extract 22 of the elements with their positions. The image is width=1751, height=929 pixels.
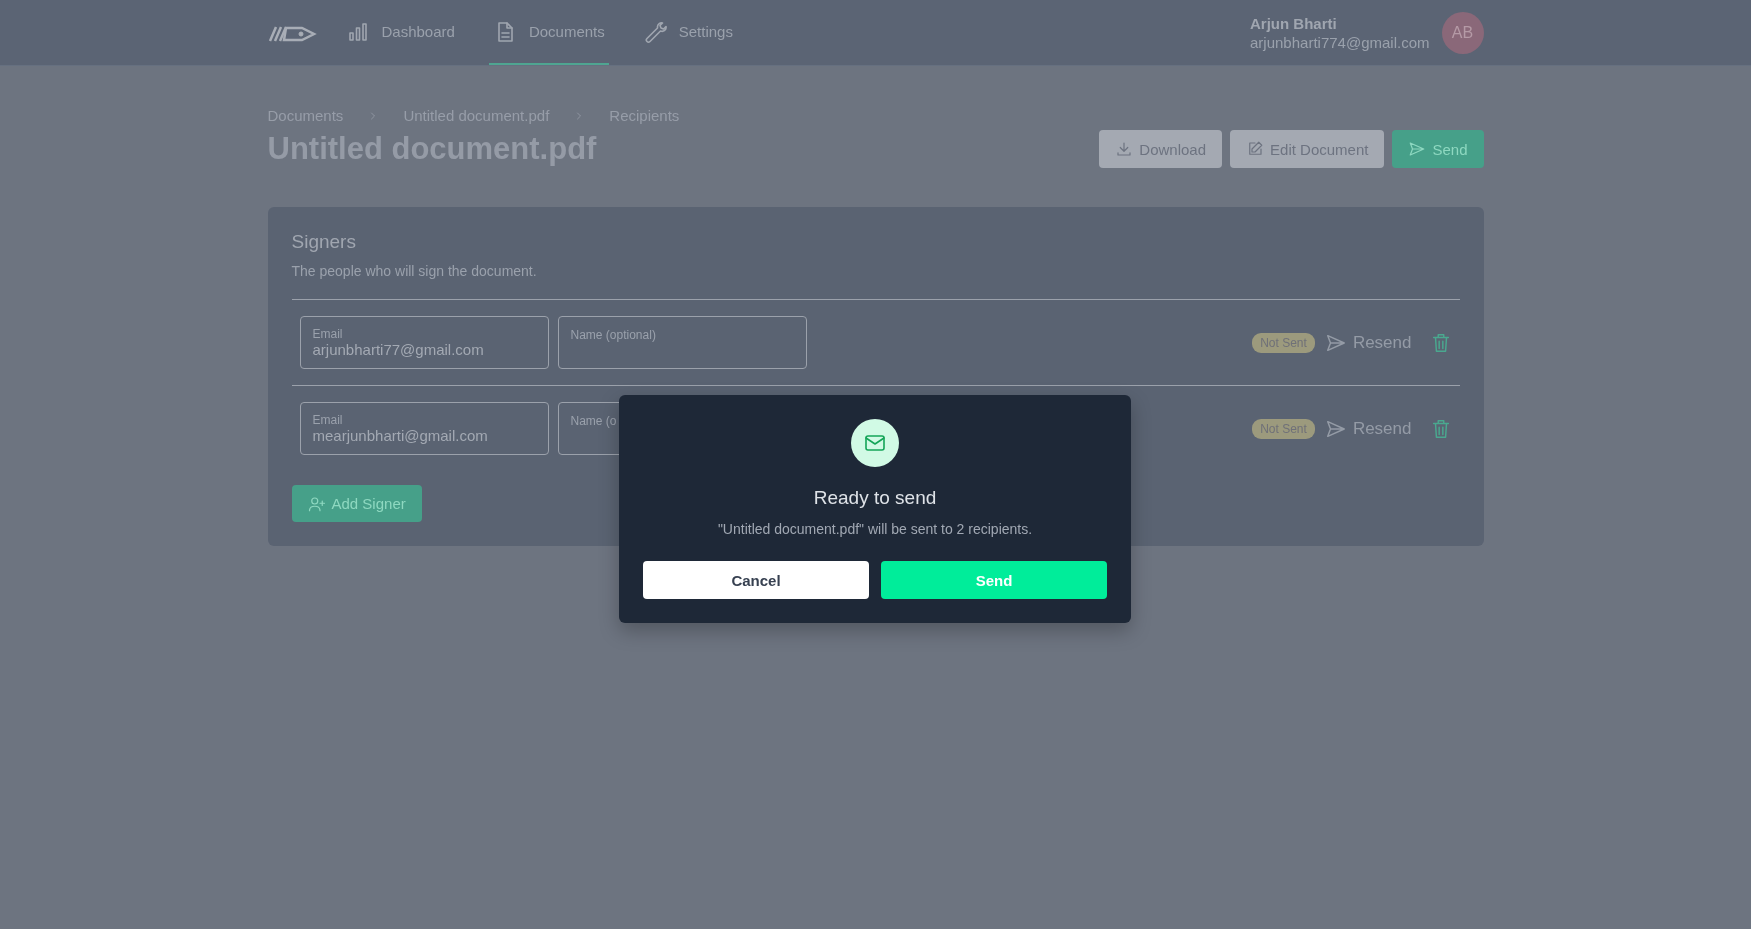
nav-tab[interactable]: Dashboard (341, 0, 459, 65)
cancel-button[interactable]: Cancel (643, 561, 869, 599)
section-description: The people who will sign the document. (291, 263, 1460, 300)
edit-icon (1246, 140, 1265, 158)
resend-button[interactable]: Resend (1324, 417, 1412, 440)
user-name: Arjun Bharti (1250, 14, 1338, 32)
name-field[interactable]: Name (optional) (557, 316, 807, 369)
add-signer-button[interactable]: Add Signer (291, 485, 422, 522)
send-button[interactable]: Send (881, 561, 1107, 599)
resend-button[interactable]: Resend (1324, 331, 1412, 354)
email-field[interactable]: Email arjunbharti77@gmail.com (299, 316, 549, 369)
send-button[interactable]: Send (1392, 130, 1484, 168)
dialog-message: "Untitled document.pdf" will be sent to 2 recipients. (717, 521, 1033, 537)
send-icon (1408, 140, 1427, 158)
user-email: arjunbharti774@gmail.com (1250, 33, 1430, 51)
email-field[interactable]: Email mearjunbharti@gmail.com (299, 402, 549, 455)
section-title: Signers (291, 231, 357, 253)
add-user-icon (307, 494, 326, 513)
nav-tab[interactable]: Documents (488, 0, 609, 65)
download-icon (1115, 140, 1134, 158)
dialog-title: Ready to send (813, 487, 937, 509)
nav-tab[interactable]: Settings (638, 0, 737, 65)
